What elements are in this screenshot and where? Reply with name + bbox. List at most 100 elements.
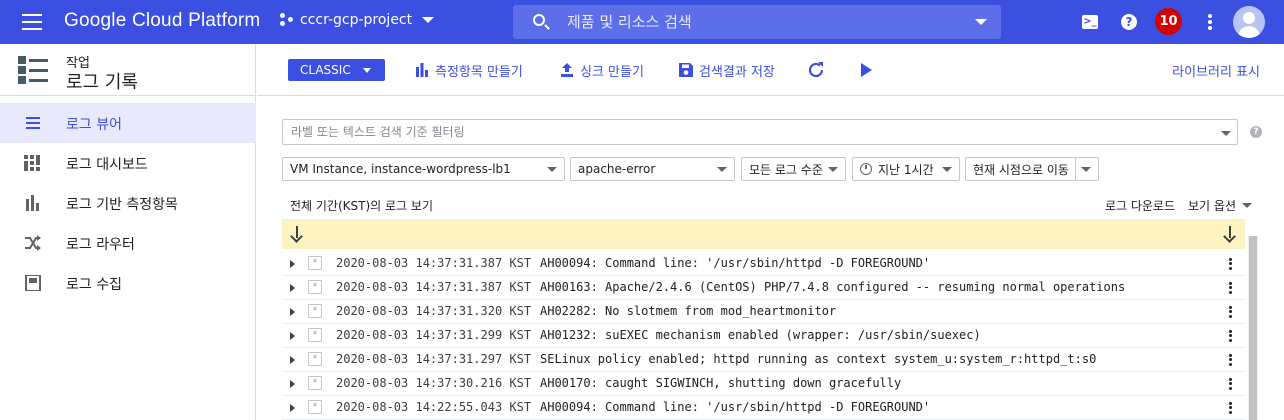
sidebar-item-dashboard[interactable]: 로그 대시보드 [0,143,256,183]
log-row[interactable]: * 2020-08-03 14:37:31.320 KST AH02282: N… [282,300,1245,324]
filter-help-icon[interactable]: ? [1250,126,1262,138]
chevron-down-icon [362,67,371,73]
sidebar-item-log-router[interactable]: 로그 라우터 [0,223,256,263]
expand-arrow-icon[interactable] [290,332,295,340]
sidebar-item-log-metrics[interactable]: 로그 기반 측정항목 [0,183,256,223]
play-icon[interactable] [858,62,874,78]
bar-chart-icon [416,63,428,77]
jump-to-now-button[interactable]: 현재 시점으로 이동 [965,157,1076,181]
scrollbar-thumb[interactable] [1249,236,1257,420]
save-search-label: 검색결과 저장 [699,64,775,80]
save-icon [679,63,693,77]
log-name-select[interactable]: apache-error [570,157,735,181]
menu-icon[interactable] [22,14,42,30]
filter-input[interactable] [291,123,1191,141]
project-selector[interactable]: cccr-gcp-project [280,12,435,28]
search-dropdown-icon[interactable] [975,19,987,25]
arrow-down-icon[interactable] [290,226,304,242]
project-name: cccr-gcp-project [300,12,413,28]
sidebar-item-log-ingestion[interactable]: 로그 수집 [0,263,256,303]
resource-select[interactable]: VM Instance, instance-wordpress-lb1 [282,157,565,181]
time-range-select[interactable]: 지난 1시간 [852,157,960,181]
show-library-link[interactable]: 라이브러리 표시 [1172,61,1260,80]
avatar[interactable] [1233,6,1265,38]
project-dots-icon [280,13,294,27]
chevron-down-icon [1242,203,1252,208]
log-timestamp: 2020-08-03 14:37:31.320 KST [336,304,532,318]
sidebar-item-label: 로그 수집 [66,277,122,293]
log-row[interactable]: * 2020-08-03 14:37:31.297 KST SELinux po… [282,348,1245,372]
jump-dropdown-button[interactable] [1075,157,1099,181]
notifications-badge[interactable]: 10 [1155,8,1182,35]
chevron-down-icon [828,167,838,172]
log-row[interactable]: * 2020-08-03 14:37:31.387 KST AH00094: C… [282,252,1245,276]
expand-arrow-icon[interactable] [290,260,295,268]
more-vert-icon[interactable] [1227,280,1233,296]
log-row[interactable]: * 2020-08-03 14:22:55.043 KST AH00094: C… [282,396,1245,420]
logging-logo-icon [18,56,48,84]
more-vert-icon[interactable] [1227,400,1233,416]
sidebar-item-label: 로그 기반 측정항목 [66,197,178,213]
create-sink-button[interactable]: 싱크 만들기 [560,60,644,80]
log-scrollbar[interactable] [1248,236,1258,420]
expand-arrow-icon[interactable] [290,356,295,364]
chevron-down-icon [547,167,557,172]
more-vert-icon[interactable] [1227,256,1233,272]
log-timestamp: 2020-08-03 14:37:30.216 KST [336,376,532,390]
log-message: AH00170: caught SIGWINCH, shutting down … [540,376,902,390]
severity-icon: * [308,376,322,390]
search-input[interactable] [567,11,957,33]
log-row[interactable]: * 2020-08-03 14:37:31.299 KST AH01232: s… [282,324,1245,348]
log-level-value: 모든 로그 수준 [749,162,823,177]
more-vert-icon[interactable] [1200,12,1220,32]
classic-label: CLASSIC [300,63,351,77]
dashboard-icon [24,155,40,171]
more-vert-icon[interactable] [1227,328,1233,344]
sidebar-header: 작업 로그 기록 [0,44,256,96]
chevron-down-icon [942,167,952,172]
load-newer-bar [282,219,1245,249]
log-row[interactable]: * 2020-08-03 14:37:31.387 KST AH00163: A… [282,276,1245,300]
log-message: AH00094: Command line: '/usr/sbin/httpd … [540,400,931,414]
severity-icon: * [308,256,322,270]
severity-icon: * [308,352,322,366]
arrow-down-icon[interactable] [1223,226,1237,242]
log-row[interactable]: * 2020-08-03 14:37:30.216 KST AH00170: c… [282,372,1245,396]
expand-arrow-icon[interactable] [290,284,295,292]
log-timestamp: 2020-08-03 14:37:31.387 KST [336,280,532,294]
log-timestamp: 2020-08-03 14:37:31.387 KST [336,256,532,270]
more-vert-icon[interactable] [1227,352,1233,368]
log-timestamp: 2020-08-03 14:22:55.043 KST [336,400,532,414]
brand-title[interactable]: Google Cloud Platform [64,10,260,32]
classic-view-button[interactable]: CLASSIC [288,59,385,81]
help-icon[interactable]: ? [1119,12,1139,32]
log-timestamp: 2020-08-03 14:37:31.299 KST [336,328,532,342]
sidebar-item-log-viewer[interactable]: 로그 뷰어 [0,103,256,143]
view-options-label: 보기 옵션 [1188,199,1236,213]
filter-box[interactable] [282,119,1238,145]
refresh-icon[interactable] [806,60,826,80]
log-name-value: apache-error [578,162,656,176]
more-vert-icon[interactable] [1227,304,1233,320]
cloud-shell-icon[interactable]: >_ [1080,12,1100,32]
sidebar-item-label: 로그 대시보드 [66,157,148,173]
bar-chart-icon [26,195,39,211]
chevron-down-icon [422,17,435,23]
filter-dropdown-icon[interactable] [1221,131,1231,136]
severity-icon: * [308,280,322,294]
severity-icon: * [308,400,322,414]
resource-value: VM Instance, instance-wordpress-lb1 [290,162,511,176]
expand-arrow-icon[interactable] [290,380,295,388]
create-metric-button[interactable]: 측정항목 만들기 [415,60,523,80]
log-message: AH00094: Command line: '/usr/sbin/httpd … [540,256,931,270]
search-bar[interactable] [513,5,1001,39]
expand-arrow-icon[interactable] [290,404,295,412]
expand-arrow-icon[interactable] [290,308,295,316]
log-level-select[interactable]: 모든 로그 수준 [741,157,846,181]
chevron-down-icon [1081,167,1091,172]
view-options-button[interactable]: 보기 옵션 [1188,197,1252,214]
save-search-button[interactable]: 검색결과 저장 [679,60,775,80]
download-logs-link[interactable]: 로그 다운로드 [1105,197,1175,214]
log-message: AH02282: No slotmem from mod_heartmonito… [540,304,837,318]
more-vert-icon[interactable] [1227,376,1233,392]
